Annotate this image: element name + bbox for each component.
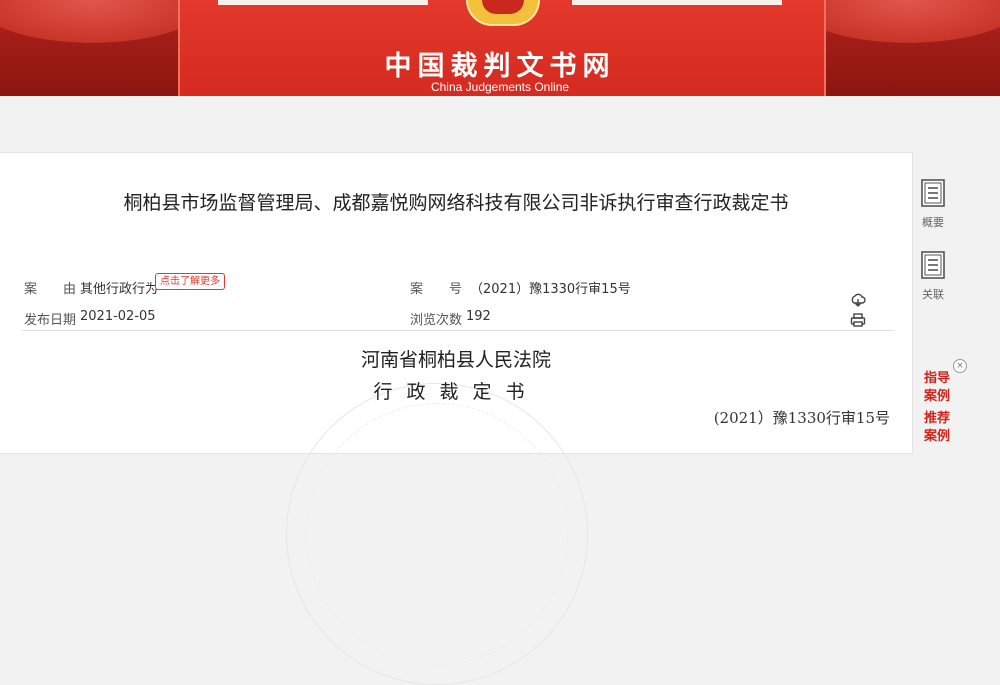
case-number-value: （2021）豫1330行审15号	[470, 282, 631, 297]
summary-icon	[921, 179, 945, 207]
guide-line-1: 指导	[924, 371, 951, 386]
cause-label: 案 由	[24, 282, 77, 297]
close-icon[interactable]: ×	[953, 359, 967, 373]
related-button[interactable]: 关联	[917, 250, 949, 302]
summary-button[interactable]: 概要	[917, 178, 949, 230]
document-type: 行政裁定书	[373, 381, 539, 403]
related-label: 关联	[922, 288, 944, 301]
cause-value: 其他行政行为	[80, 282, 159, 297]
publish-date-label: 发布日期	[24, 313, 77, 328]
summary-label: 概要	[922, 216, 944, 229]
recommend-line-1: 推荐	[924, 411, 951, 426]
site-banner: 中国裁判文书网 China Judgements Online	[0, 0, 1000, 96]
recommend-line-2: 案例	[924, 429, 951, 444]
document-card: 桐柏县市场监督管理局、成都嘉悦购网络科技有限公司非诉执行审查行政裁定书 案 由 …	[0, 152, 913, 685]
document-tools	[850, 292, 890, 327]
related-icon	[921, 251, 945, 279]
guide-line-2: 案例	[924, 389, 951, 404]
banner-trim-left	[218, 0, 428, 5]
banner-trim-right	[572, 0, 782, 5]
download-icon[interactable]	[850, 292, 866, 308]
court-name: 河南省桐柏县人民法院	[360, 349, 551, 371]
site-subtitle: China Judgements Online	[430, 80, 570, 94]
case-number-label: 案 号	[410, 282, 463, 297]
guide-cases-link[interactable]: 指导 案例 推荐 案例	[924, 370, 950, 446]
views-value: 192	[466, 309, 491, 324]
document-title: 桐柏县市场监督管理局、成都嘉悦购网络科技有限公司非诉执行审查行政裁定书	[123, 192, 789, 214]
court-seal-watermark-inner	[306, 403, 568, 665]
print-icon[interactable]	[850, 312, 866, 328]
site-title[interactable]: 中国裁判文书网	[0, 44, 1000, 83]
views-label: 浏览次数	[410, 313, 463, 328]
meta-divider	[22, 330, 894, 331]
publish-date-value: 2021-02-05	[80, 309, 156, 324]
body-case-number: (2021）豫1330行审15号	[713, 409, 890, 427]
learn-more-tag[interactable]: 点击了解更多	[155, 273, 225, 290]
